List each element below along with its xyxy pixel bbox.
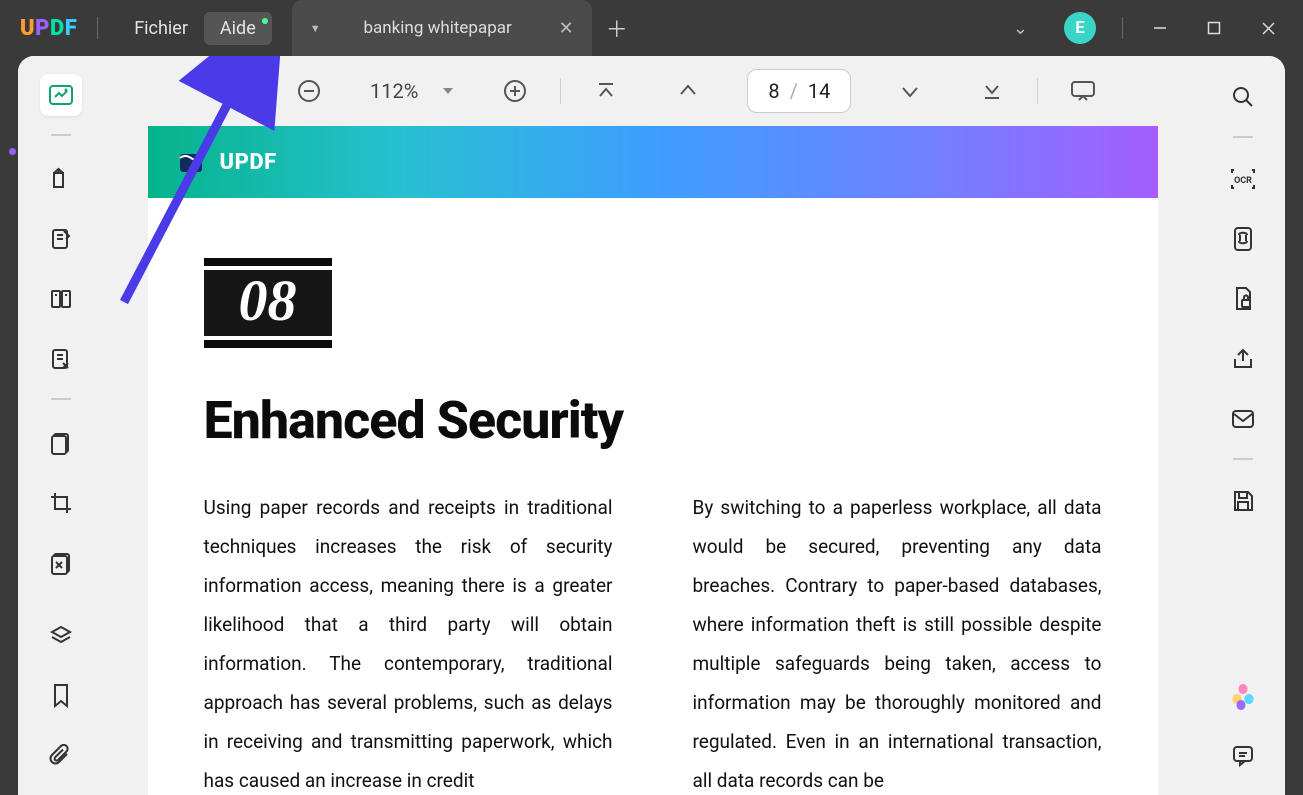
indicator-dot [9, 148, 16, 155]
view-toolbar: 112% 8 / 14 [104, 56, 1201, 126]
tab-dropdown-icon[interactable]: ▼ [310, 22, 321, 35]
separator [1233, 136, 1253, 138]
page-organize-button[interactable] [40, 278, 82, 320]
next-page-button[interactable] [893, 74, 927, 108]
zoom-in-button[interactable] [498, 74, 532, 108]
pdf-page: UPDF 08 Enhanced Security Using paper re… [148, 126, 1158, 795]
window-controls: ⌄ E [997, 8, 1291, 48]
attachments-button[interactable] [40, 735, 82, 777]
first-page-button[interactable] [589, 74, 623, 108]
separator [51, 134, 71, 136]
zoom-level[interactable]: 112% [364, 79, 424, 103]
new-tab-button[interactable]: ＋ [592, 0, 642, 56]
last-page-button[interactable] [975, 74, 1009, 108]
convert-button[interactable] [1222, 218, 1264, 260]
presentation-button[interactable] [1066, 74, 1100, 108]
brand-icon [176, 147, 206, 177]
left-toolbar [18, 56, 104, 795]
form-tool-button[interactable] [40, 338, 82, 380]
current-page: 8 [768, 79, 779, 103]
notification-dot [262, 18, 268, 24]
comment-tool-button[interactable] [40, 158, 82, 200]
main-container: 112% 8 / 14 [18, 56, 1285, 795]
svg-text:OCR: OCR [1234, 176, 1252, 186]
separator [1233, 458, 1253, 460]
protect-button[interactable] [1222, 278, 1264, 320]
page-separator: / [790, 79, 798, 103]
separator [51, 398, 71, 400]
tab-title: banking whitepapar [339, 18, 537, 38]
menu-help[interactable]: Aide [204, 12, 272, 45]
user-avatar[interactable]: E [1064, 12, 1096, 44]
zoom-dropdown-icon[interactable] [438, 74, 458, 108]
prev-page-button[interactable] [671, 74, 705, 108]
separator [1037, 78, 1038, 104]
document-viewport[interactable]: UPDF 08 Enhanced Security Using paper re… [104, 126, 1201, 795]
separator [560, 78, 561, 104]
tab-strip: ▼ banking whitepapar ✕ ＋ [292, 0, 642, 56]
document-area: 112% 8 / 14 [104, 56, 1201, 795]
reader-mode-button[interactable] [40, 74, 82, 116]
close-tab-icon[interactable]: ✕ [555, 18, 578, 39]
redact-tool-button[interactable] [40, 542, 82, 584]
app-logo: UPDF [20, 16, 77, 41]
menu-file[interactable]: Fichier [118, 12, 204, 45]
right-toolbar: OCR [1201, 56, 1285, 795]
page-banner: UPDF [148, 126, 1158, 198]
total-pages: 14 [808, 79, 830, 103]
minimize-button[interactable] [1137, 8, 1183, 48]
document-tab[interactable]: ▼ banking whitepapar ✕ [292, 0, 592, 56]
page-indicator[interactable]: 8 / 14 [747, 69, 851, 113]
page-headline: Enhanced Security [204, 390, 1102, 451]
share-button[interactable] [1222, 338, 1264, 380]
crop-tool-button[interactable] [40, 482, 82, 524]
brand-name: UPDF [220, 150, 277, 175]
save-button[interactable] [1222, 480, 1264, 522]
chapter-number-badge: 08 [204, 258, 332, 348]
bookmarks-button[interactable] [40, 675, 82, 717]
separator [97, 17, 98, 39]
ocr-button[interactable]: OCR [1222, 158, 1264, 200]
edit-pdf-button[interactable] [40, 218, 82, 260]
column-right: By switching to a paperless workplace, a… [693, 489, 1102, 795]
maximize-button[interactable] [1191, 8, 1237, 48]
zoom-out-button[interactable] [292, 74, 326, 108]
search-button[interactable] [1222, 76, 1264, 118]
chat-button[interactable] [1222, 735, 1264, 777]
email-button[interactable] [1222, 398, 1264, 440]
page-tools-button[interactable] [40, 422, 82, 464]
more-dropdown-icon[interactable]: ⌄ [997, 10, 1044, 47]
separator [1122, 17, 1123, 39]
ai-assistant-button[interactable] [1222, 675, 1264, 717]
column-left: Using paper records and receipts in trad… [204, 489, 613, 795]
close-window-button[interactable] [1245, 8, 1291, 48]
title-bar: UPDF Fichier Aide ▼ banking whitepapar ✕… [0, 0, 1303, 56]
body-columns: Using paper records and receipts in trad… [204, 489, 1102, 795]
layers-button[interactable] [40, 615, 82, 657]
